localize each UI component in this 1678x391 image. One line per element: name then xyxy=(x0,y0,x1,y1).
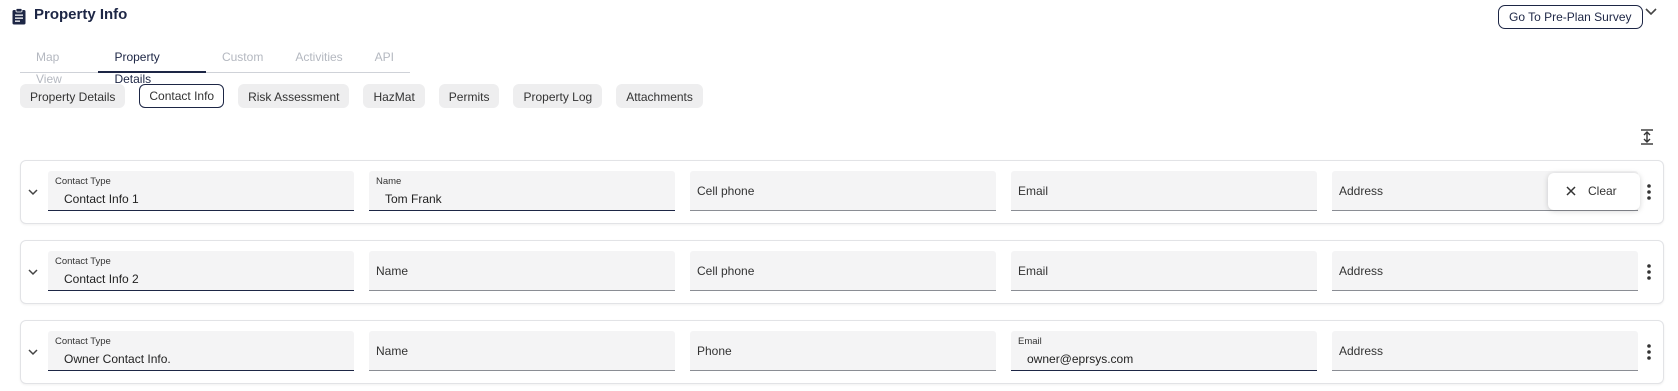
kebab-menu-icon[interactable] xyxy=(1646,343,1652,361)
tab-custom[interactable]: Custom xyxy=(206,46,279,73)
field-placeholder: Address xyxy=(1339,344,1384,358)
tab-api[interactable]: API xyxy=(359,46,410,73)
cell-phone-field[interactable]: Cell phone xyxy=(690,251,996,291)
field-placeholder: Name xyxy=(376,264,409,278)
cell-phone-field[interactable]: Cell phone xyxy=(690,171,996,211)
tab-activities[interactable]: Activities xyxy=(279,46,358,73)
subtabs: Property Details Contact Info Risk Asses… xyxy=(20,84,717,108)
main-tabs: Map View Property Details Custom Activit… xyxy=(20,46,410,86)
subtab-attachments[interactable]: Attachments xyxy=(616,84,703,108)
field-placeholder: Address xyxy=(1339,264,1384,278)
contact-type-field[interactable]: Contact Type Contact Info 2 xyxy=(48,251,354,291)
email-field[interactable]: Email xyxy=(1011,251,1317,291)
subtab-hazmat[interactable]: HazMat xyxy=(363,84,425,108)
chevron-down-icon[interactable] xyxy=(1644,6,1658,18)
header-bar: Property Info Go To Pre-Plan Survey xyxy=(0,0,1678,36)
chevron-down-icon[interactable] xyxy=(27,347,39,357)
field-label: Contact Type xyxy=(55,176,111,187)
go-to-preplan-survey-button[interactable]: Go To Pre-Plan Survey xyxy=(1498,5,1643,29)
clipboard-icon xyxy=(12,8,26,25)
subtab-risk-assessment[interactable]: Risk Assessment xyxy=(238,84,350,108)
address-field[interactable]: Address xyxy=(1332,331,1638,371)
field-placeholder: Address xyxy=(1339,184,1384,198)
clear-menu-item[interactable]: Clear xyxy=(1548,173,1640,210)
name-field[interactable]: Name Tom Frank xyxy=(369,171,675,211)
contact-card: Contact Type Contact Info 2 Name Cell ph… xyxy=(20,240,1664,304)
field-value: owner@eprsys.com xyxy=(1027,352,1134,366)
field-value: Owner Contact Info. xyxy=(64,352,171,366)
field-value: Contact Info 1 xyxy=(64,192,139,206)
contact-card: Contact Type Owner Contact Info. Name Ph… xyxy=(20,320,1664,384)
phone-field[interactable]: Phone xyxy=(690,331,996,371)
email-field[interactable]: Email xyxy=(1011,171,1317,211)
field-label: Contact Type xyxy=(55,256,111,267)
field-value: Tom Frank xyxy=(385,192,442,206)
subtab-permits[interactable]: Permits xyxy=(438,84,500,108)
kebab-menu-icon[interactable] xyxy=(1646,263,1652,281)
field-label: Name xyxy=(376,176,402,187)
tab-property-details[interactable]: Property Details xyxy=(98,46,206,86)
field-placeholder: Name xyxy=(376,344,409,358)
contact-card: Contact Type Contact Info 1 Name Tom Fra… xyxy=(20,160,1664,224)
field-placeholder: Email xyxy=(1018,184,1049,198)
chevron-down-icon[interactable] xyxy=(27,187,39,197)
contact-type-field[interactable]: Contact Type Contact Info 1 xyxy=(48,171,354,211)
address-field[interactable]: Address xyxy=(1332,251,1638,291)
contact-type-field[interactable]: Contact Type Owner Contact Info. xyxy=(48,331,354,371)
field-label: Contact Type xyxy=(55,336,111,347)
field-placeholder: Cell phone xyxy=(697,184,755,198)
kebab-menu-icon[interactable] xyxy=(1646,183,1652,201)
field-placeholder: Phone xyxy=(697,344,732,358)
tab-map-view[interactable]: Map View xyxy=(20,46,98,86)
name-field[interactable]: Name xyxy=(369,251,675,291)
page-title: Property Info xyxy=(34,6,128,23)
subtab-property-details[interactable]: Property Details xyxy=(20,84,126,108)
clear-label: Clear xyxy=(1588,184,1617,198)
expand-vertical-icon[interactable] xyxy=(1640,129,1654,145)
name-field[interactable]: Name xyxy=(369,331,675,371)
subtab-contact-info[interactable]: Contact Info xyxy=(139,84,225,108)
close-icon xyxy=(1566,186,1576,196)
chevron-down-icon[interactable] xyxy=(27,267,39,277)
field-placeholder: Email xyxy=(1018,264,1049,278)
subtab-property-log[interactable]: Property Log xyxy=(513,84,603,108)
field-placeholder: Cell phone xyxy=(697,264,755,278)
field-label: Email xyxy=(1018,336,1042,347)
field-value: Contact Info 2 xyxy=(64,272,139,286)
email-field[interactable]: Email owner@eprsys.com xyxy=(1011,331,1317,371)
